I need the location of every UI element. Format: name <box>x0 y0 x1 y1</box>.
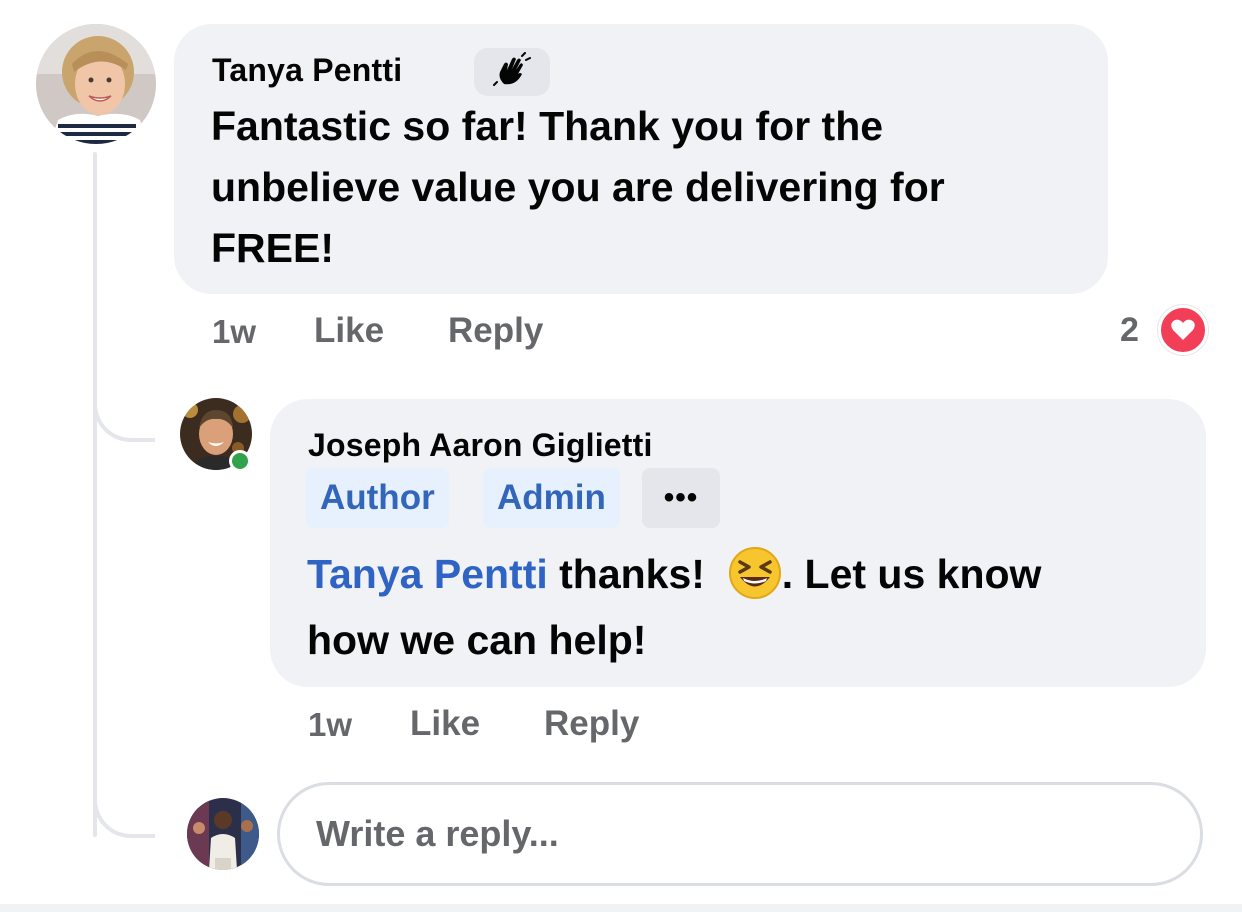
reply-like-button[interactable]: Like <box>410 704 480 744</box>
avatar-tanya[interactable] <box>36 24 156 144</box>
author-badge[interactable]: Author <box>306 468 449 528</box>
avatar-current-user[interactable] <box>187 798 259 870</box>
reply-author-name[interactable]: Joseph Aaron Giglietti <box>308 427 653 464</box>
comment-timestamp[interactable]: 1w <box>212 313 256 351</box>
online-status-indicator <box>229 450 251 472</box>
reply-input-placeholder: Write a reply... <box>316 813 559 854</box>
comment-text-line-1: Fantastic so far! Thank you for the <box>211 103 884 149</box>
comment-reply-button[interactable]: Reply <box>448 311 543 351</box>
reply-bubble: Joseph Aaron Giglietti Author Admin ••• … <box>270 399 1206 687</box>
reply-text-line-1: Tanya Pentti thanks! . Let us know <box>307 544 1041 605</box>
admin-badge[interactable]: Admin <box>483 468 620 528</box>
reply-text-line-2: how we can help! <box>307 617 647 663</box>
comment-author-name[interactable]: Tanya Pentti <box>212 52 402 89</box>
reaction-count[interactable]: 2 <box>1120 311 1139 350</box>
comment-bubble: Tanya Pentti Fantastic so far! Thank you… <box>174 24 1108 294</box>
grinning-squinting-face-icon <box>728 546 782 600</box>
comment-like-button[interactable]: Like <box>314 311 384 351</box>
reply-text-part-2: . Let us know <box>781 551 1042 597</box>
comment-text-line-2: unbelieve value you are delivering for <box>211 164 945 210</box>
reply-input[interactable]: Write a reply... <box>277 782 1203 886</box>
reply-text-part-1: thanks! <box>547 551 717 597</box>
reply-timestamp[interactable]: 1w <box>308 706 352 744</box>
comment-text-line-3: FREE! <box>211 225 334 271</box>
love-reaction-icon[interactable] <box>1158 305 1208 355</box>
thread-connector-composer <box>93 794 155 838</box>
mention-link[interactable]: Tanya Pentti <box>307 551 548 597</box>
thread-connector-reply <box>93 398 155 442</box>
reply-reply-button[interactable]: Reply <box>544 704 639 744</box>
more-options-button[interactable]: ••• <box>642 468 720 528</box>
waving-hand-icon[interactable] <box>474 48 550 96</box>
bottom-divider <box>0 904 1242 912</box>
thread-line <box>93 152 97 837</box>
